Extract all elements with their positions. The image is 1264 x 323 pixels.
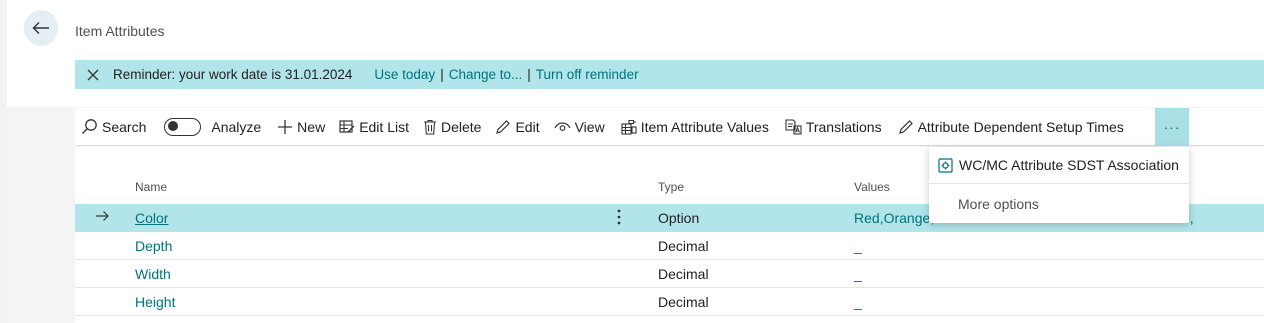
edit-label: Edit xyxy=(515,118,540,135)
action-bar: Search Analyze New Edit List Delete Edit… xyxy=(75,108,1264,146)
edit-list-icon xyxy=(339,120,355,133)
attribute-name-link[interactable]: Height xyxy=(135,294,175,310)
attribute-type: Option xyxy=(658,210,700,226)
edit-button[interactable]: Edit xyxy=(491,108,543,146)
edit-list-label: Edit List xyxy=(359,118,409,135)
pencil-icon xyxy=(898,119,913,134)
ellipsis-icon: ··· xyxy=(1163,119,1181,135)
translations-label: Translations xyxy=(805,118,882,135)
work-date-reminder-bar: Reminder: your work date is 31.01.2024 U… xyxy=(75,60,1264,89)
more-options-menu-item[interactable]: More options xyxy=(929,185,1189,223)
separator: | xyxy=(527,67,531,82)
table-row[interactable]: Depth Decimal _ xyxy=(75,232,1264,260)
left-strip xyxy=(0,0,7,323)
attribute-type: Decimal xyxy=(658,294,709,310)
attribute-values-icon xyxy=(621,119,637,135)
back-button[interactable] xyxy=(24,10,58,46)
menu-item-label: WC/MC Attribute SDST Association xyxy=(959,157,1179,173)
toggle-switch[interactable] xyxy=(164,117,202,136)
delete-label: Delete xyxy=(441,118,482,135)
more-actions-menu: WC/MC Attribute SDST Association More op… xyxy=(929,147,1189,223)
trash-icon xyxy=(424,119,436,135)
close-icon[interactable] xyxy=(87,69,109,81)
attribute-type: Decimal xyxy=(658,238,709,254)
row-indicator-arrow-icon xyxy=(95,209,109,225)
pencil-icon xyxy=(496,119,511,134)
column-header-name[interactable]: Name xyxy=(135,180,167,194)
turn-off-reminder-link[interactable]: Turn off reminder xyxy=(536,67,639,82)
attribute-type: Decimal xyxy=(658,266,709,282)
attribute-values-link[interactable]: _ xyxy=(854,266,862,282)
attribute-dependent-setup-times-label: Attribute Dependent Setup Times xyxy=(917,118,1124,135)
page-title: Item Attributes xyxy=(75,23,165,39)
plus-icon xyxy=(278,119,293,134)
attribute-values-link[interactable]: _ xyxy=(854,238,862,254)
delete-button[interactable]: Delete xyxy=(419,108,485,146)
column-header-type[interactable]: Type xyxy=(658,180,684,194)
table-row[interactable]: Width Decimal _ xyxy=(75,260,1264,288)
translations-button[interactable]: Translations xyxy=(781,108,886,146)
page-header xyxy=(0,0,1264,107)
item-attribute-values-label: Item Attribute Values xyxy=(640,118,769,135)
new-label: New xyxy=(297,118,326,135)
analyze-label: Analyze xyxy=(211,118,262,135)
view-button[interactable]: View xyxy=(550,108,609,146)
more-actions-button[interactable]: ··· xyxy=(1155,108,1189,146)
arrow-left-icon xyxy=(32,22,49,34)
edit-list-button[interactable]: Edit List xyxy=(335,108,413,146)
reminder-message: Reminder: your work date is 31.01.2024 xyxy=(113,67,353,82)
attribute-name-link[interactable]: Color xyxy=(135,210,168,226)
attribute-values-link[interactable]: _ xyxy=(854,294,862,310)
search-button[interactable]: Search xyxy=(77,108,150,146)
column-header-values[interactable]: Values xyxy=(854,180,890,194)
attribute-values-link[interactable]: Red,Orange, xyxy=(854,210,934,226)
search-label: Search xyxy=(102,118,147,135)
search-icon xyxy=(82,119,97,134)
attribute-dependent-setup-times-button[interactable]: Attribute Dependent Setup Times xyxy=(894,108,1128,146)
view-label: View xyxy=(574,118,605,135)
new-button[interactable]: New xyxy=(273,108,329,146)
separator: | xyxy=(440,67,444,82)
analyze-toggle[interactable]: Analyze xyxy=(160,108,265,146)
setup-icon xyxy=(938,157,953,173)
eye-icon xyxy=(554,121,571,131)
translations-icon xyxy=(785,118,802,135)
use-today-link[interactable]: Use today xyxy=(374,67,435,82)
item-attribute-values-button[interactable]: Item Attribute Values xyxy=(617,108,773,146)
table-row[interactable]: Height Decimal _ xyxy=(75,288,1264,316)
wc-mc-attribute-sdst-association-menu-item[interactable]: WC/MC Attribute SDST Association xyxy=(929,147,1189,184)
change-to-link[interactable]: Change to... xyxy=(449,67,523,82)
attribute-name-link[interactable]: Width xyxy=(135,266,171,282)
row-menu-icon[interactable] xyxy=(616,208,622,229)
attribute-name-link[interactable]: Depth xyxy=(135,238,172,254)
